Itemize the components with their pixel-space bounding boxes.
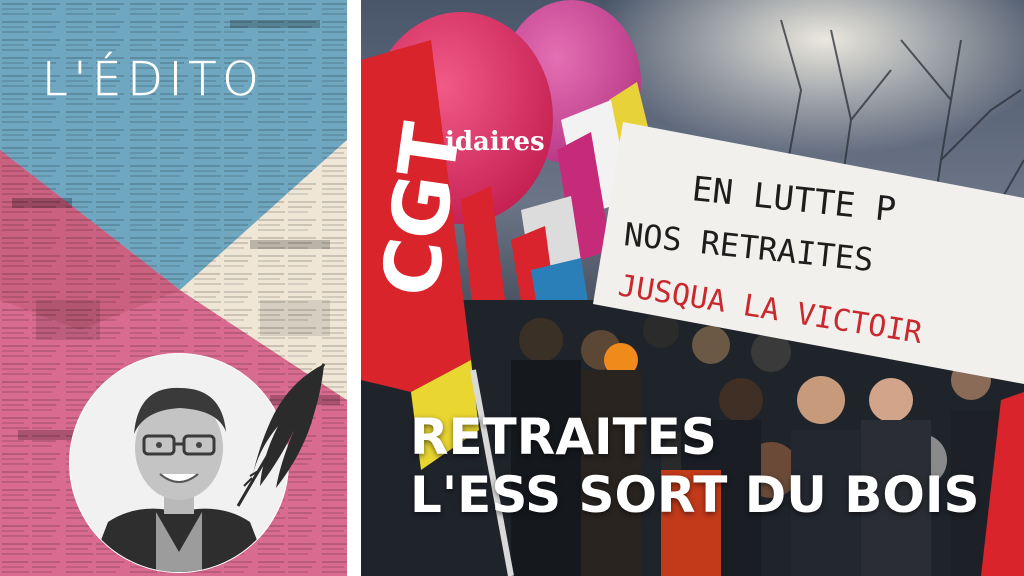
edito-label: L'ÉDITO bbox=[42, 52, 265, 106]
edito-card: L'ÉDITO Solidaires EN LUTTE P NOS RETRAI… bbox=[0, 0, 1024, 576]
headline-line-1: RETRAITES bbox=[410, 408, 717, 466]
panel-divider bbox=[347, 0, 361, 576]
left-editorial-panel: L'ÉDITO bbox=[0, 0, 347, 576]
headline-line-2: L'ESS SORT DU BOIS bbox=[410, 466, 980, 524]
feather-quill-icon bbox=[236, 363, 326, 507]
headline: RETRAITES L'ESS SORT DU BOIS bbox=[410, 408, 1010, 524]
